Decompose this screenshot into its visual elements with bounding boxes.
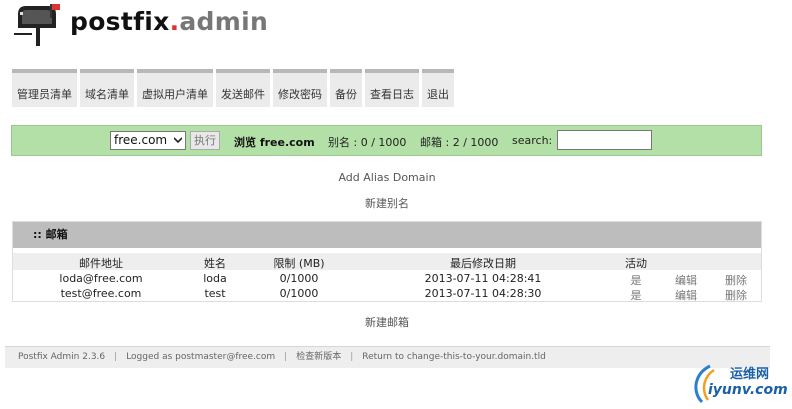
row-quota: 0/1000 bbox=[279, 287, 319, 300]
header-modified: 最后修改日期 bbox=[450, 257, 516, 270]
row-name: loda bbox=[203, 272, 227, 285]
watermark-line1: 运维网 bbox=[730, 367, 770, 382]
row-delete-link[interactable]: 删除 bbox=[725, 272, 747, 288]
nav-virtual-list[interactable]: 虚拟用户清单 bbox=[137, 69, 213, 107]
mailbox-count: 邮箱 : 2 / 1000 bbox=[420, 136, 499, 149]
footer-separator: | bbox=[114, 352, 118, 362]
row-edit-link[interactable]: 编辑 bbox=[675, 272, 697, 288]
header-address: 邮件地址 bbox=[79, 257, 123, 270]
header-quota: 限制 (MB) bbox=[273, 257, 325, 270]
row-delete-link[interactable]: 删除 bbox=[725, 287, 747, 303]
row-name: test bbox=[204, 287, 226, 300]
footer-separator: | bbox=[284, 352, 288, 362]
mailbox-table: :: 邮箱 邮件地址 姓名 限制 (MB) 最后修改日期 活动 loda@fre… bbox=[12, 221, 762, 302]
footer-version: Postfix Admin 2.3.6 bbox=[18, 352, 106, 362]
watermark: 运维网 iyunv.com bbox=[688, 360, 788, 406]
search-input[interactable] bbox=[557, 130, 652, 150]
footer-separator: | bbox=[350, 352, 354, 362]
nav-backup[interactable]: 备份 bbox=[330, 69, 362, 107]
mailbox-icon bbox=[14, 4, 60, 46]
header-active: 活动 bbox=[625, 257, 647, 270]
row-active-toggle[interactable]: 是 bbox=[631, 272, 642, 288]
alias-count: 别名 : 0 / 1000 bbox=[328, 136, 407, 149]
row-quota: 0/1000 bbox=[279, 272, 319, 285]
exec-button[interactable]: 执行 bbox=[190, 131, 220, 150]
chevron-down-icon bbox=[174, 137, 182, 144]
add-alias-domain-link[interactable]: Add Alias Domain bbox=[0, 171, 774, 184]
domain-toolbar: free.com 执行 浏览 free.com 别名 : 0 / 1000 邮箱… bbox=[11, 125, 762, 156]
header-name: 姓名 bbox=[204, 257, 226, 270]
footer-check-version-link[interactable]: 检查新版本 bbox=[296, 352, 341, 362]
new-alias-link[interactable]: 新建别名 bbox=[0, 195, 774, 211]
row-modified: 2013-07-11 04:28:30 bbox=[424, 287, 542, 300]
logo-text-admin: admin bbox=[179, 7, 269, 36]
page-footer: Postfix Admin 2.3.6 | Logged as postmaster… bbox=[5, 346, 770, 368]
nav-view-log[interactable]: 查看日志 bbox=[365, 69, 419, 107]
row-modified: 2013-07-11 04:28:41 bbox=[424, 272, 542, 285]
row-active-toggle[interactable]: 是 bbox=[631, 287, 642, 303]
logo-text-postfix: postfix bbox=[70, 7, 170, 36]
new-mailbox-link[interactable]: 新建邮箱 bbox=[0, 314, 774, 330]
footer-logged-as: Logged as postmaster@free.com bbox=[126, 352, 276, 362]
search-label: search: bbox=[512, 134, 553, 147]
footer-return-link[interactable]: Return to change-this-to-your.domain.tld bbox=[362, 352, 546, 362]
nav-admin-list[interactable]: 管理员清单 bbox=[12, 69, 77, 107]
browse-domain-label: 浏览 free.com bbox=[234, 136, 315, 149]
row-address: loda@free.com bbox=[59, 272, 143, 285]
logo-text: postfix.admin bbox=[70, 7, 268, 36]
app-logo: postfix.admin bbox=[12, 2, 272, 46]
watermark-line2: iyunv.com bbox=[708, 382, 788, 398]
nav-send-mail[interactable]: 发送邮件 bbox=[216, 69, 270, 107]
nav-change-password[interactable]: 修改密码 bbox=[273, 69, 327, 107]
domain-select-value: free.com bbox=[114, 133, 168, 147]
nav-domain-list[interactable]: 域名清单 bbox=[80, 69, 134, 107]
mailbox-table-title: :: 邮箱 bbox=[13, 222, 761, 248]
row-edit-link[interactable]: 编辑 bbox=[675, 287, 697, 303]
nav-logout[interactable]: 退出 bbox=[422, 69, 454, 107]
row-address: test@free.com bbox=[60, 287, 142, 300]
domain-select[interactable]: free.com bbox=[110, 131, 186, 150]
main-nav: 管理员清单 域名清单 虚拟用户清单 发送邮件 修改密码 备份 查看日志 退出 bbox=[12, 69, 457, 111]
table-header-row: 邮件地址 姓名 限制 (MB) 最后修改日期 活动 bbox=[13, 253, 761, 270]
logo-text-dot: . bbox=[169, 7, 180, 36]
